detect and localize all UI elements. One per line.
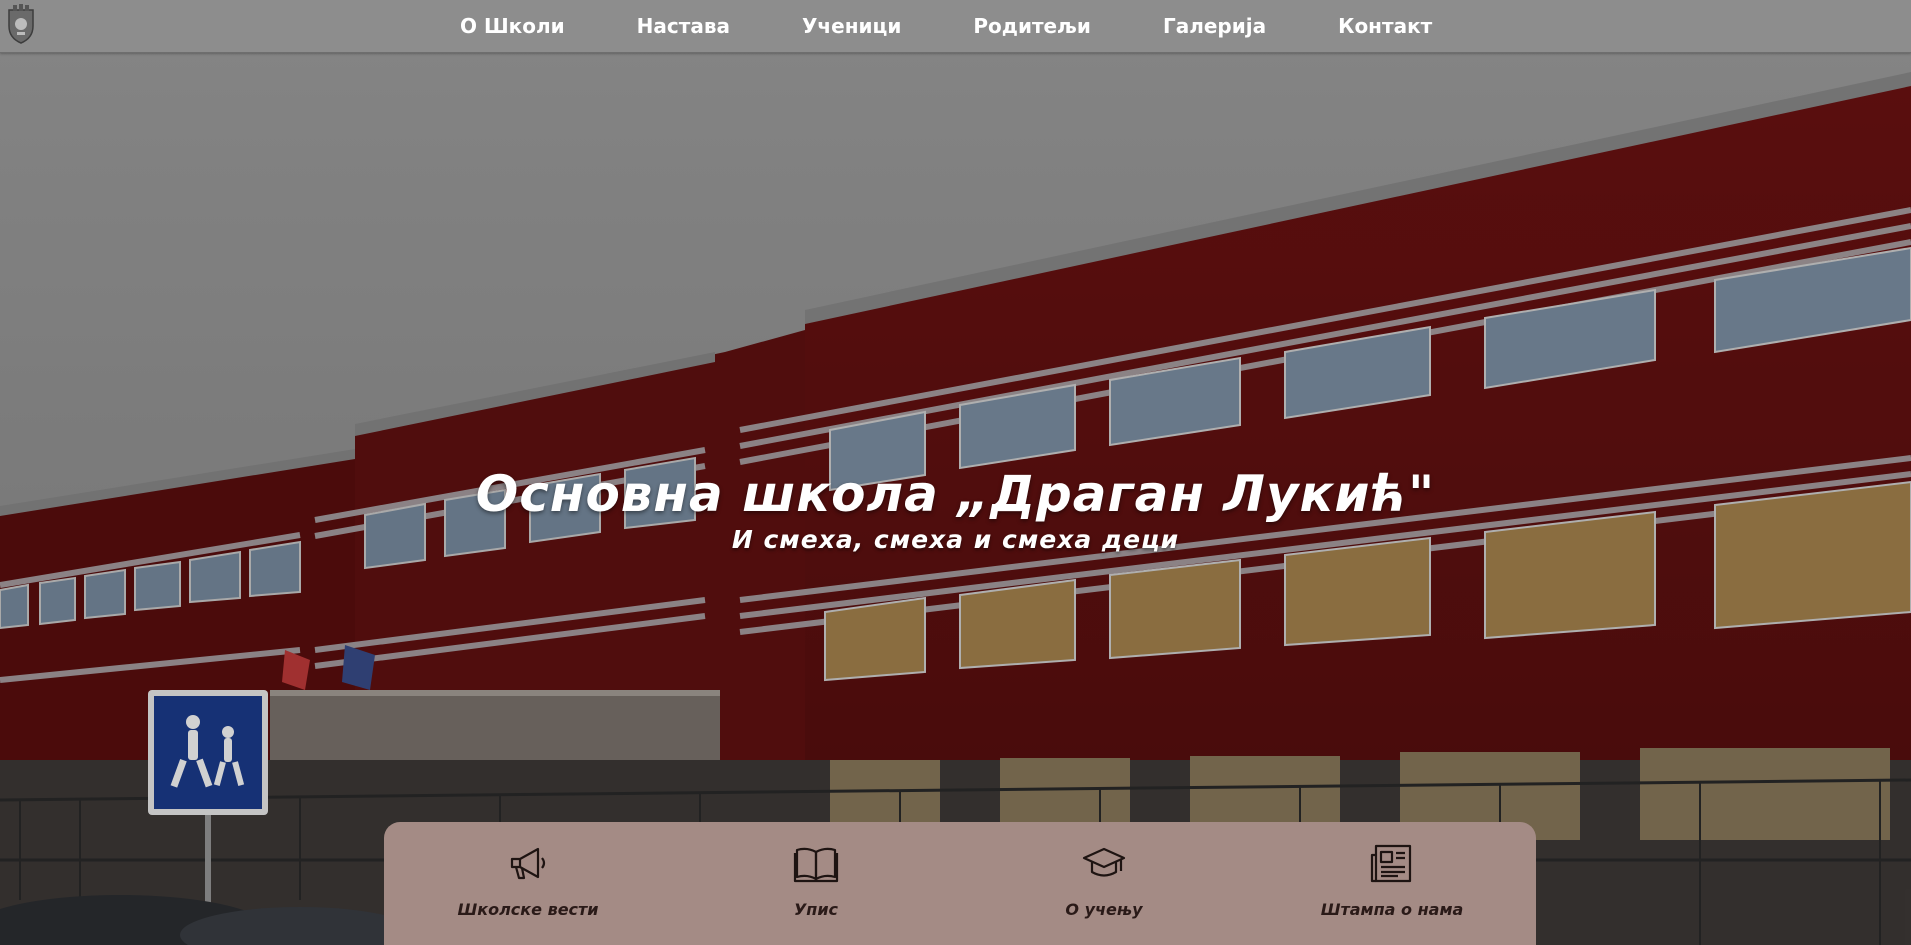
quick-link-label: Упис [793,900,839,919]
page: О Школи Настава Ученици Родитељи Галериј… [0,0,1911,945]
quick-link-label: Школске вести [457,900,599,919]
quick-link-school-news[interactable]: Школске вести [384,822,672,945]
nav-item-students[interactable]: Ученици [802,14,901,38]
quick-link-enrollment[interactable]: Упис [672,822,960,945]
quick-link-label: Штампа о нама [1320,900,1464,919]
hero-subtitle: И смеха, смеха и смеха деци [731,525,1180,554]
megaphone-icon [504,840,552,888]
nav-item-about-school[interactable]: О Школи [460,14,565,38]
main-nav: О Школи Настава Ученици Родитељи Галериј… [460,0,1504,52]
nav-item-teaching[interactable]: Настава [637,14,730,38]
quick-link-label: О учењу [1065,900,1143,919]
nav-item-contact[interactable]: Контакт [1338,14,1432,38]
graduation-cap-icon [1080,840,1128,888]
quick-link-press[interactable]: Штампа о нама [1248,822,1536,945]
quick-links-panel: Школске вести Упис О учењу Штампа о нама [384,822,1536,945]
school-logo-icon[interactable] [6,4,36,44]
open-book-icon [792,840,840,888]
newspaper-icon [1368,840,1416,888]
nav-item-gallery[interactable]: Галерија [1163,14,1266,38]
nav-item-parents[interactable]: Родитељи [973,14,1091,38]
top-navbar: О Школи Настава Ученици Родитељи Галериј… [0,0,1911,53]
hero-title: Основна школа „Драган Лукић" [475,465,1436,523]
quick-link-about-learning[interactable]: О учењу [960,822,1248,945]
